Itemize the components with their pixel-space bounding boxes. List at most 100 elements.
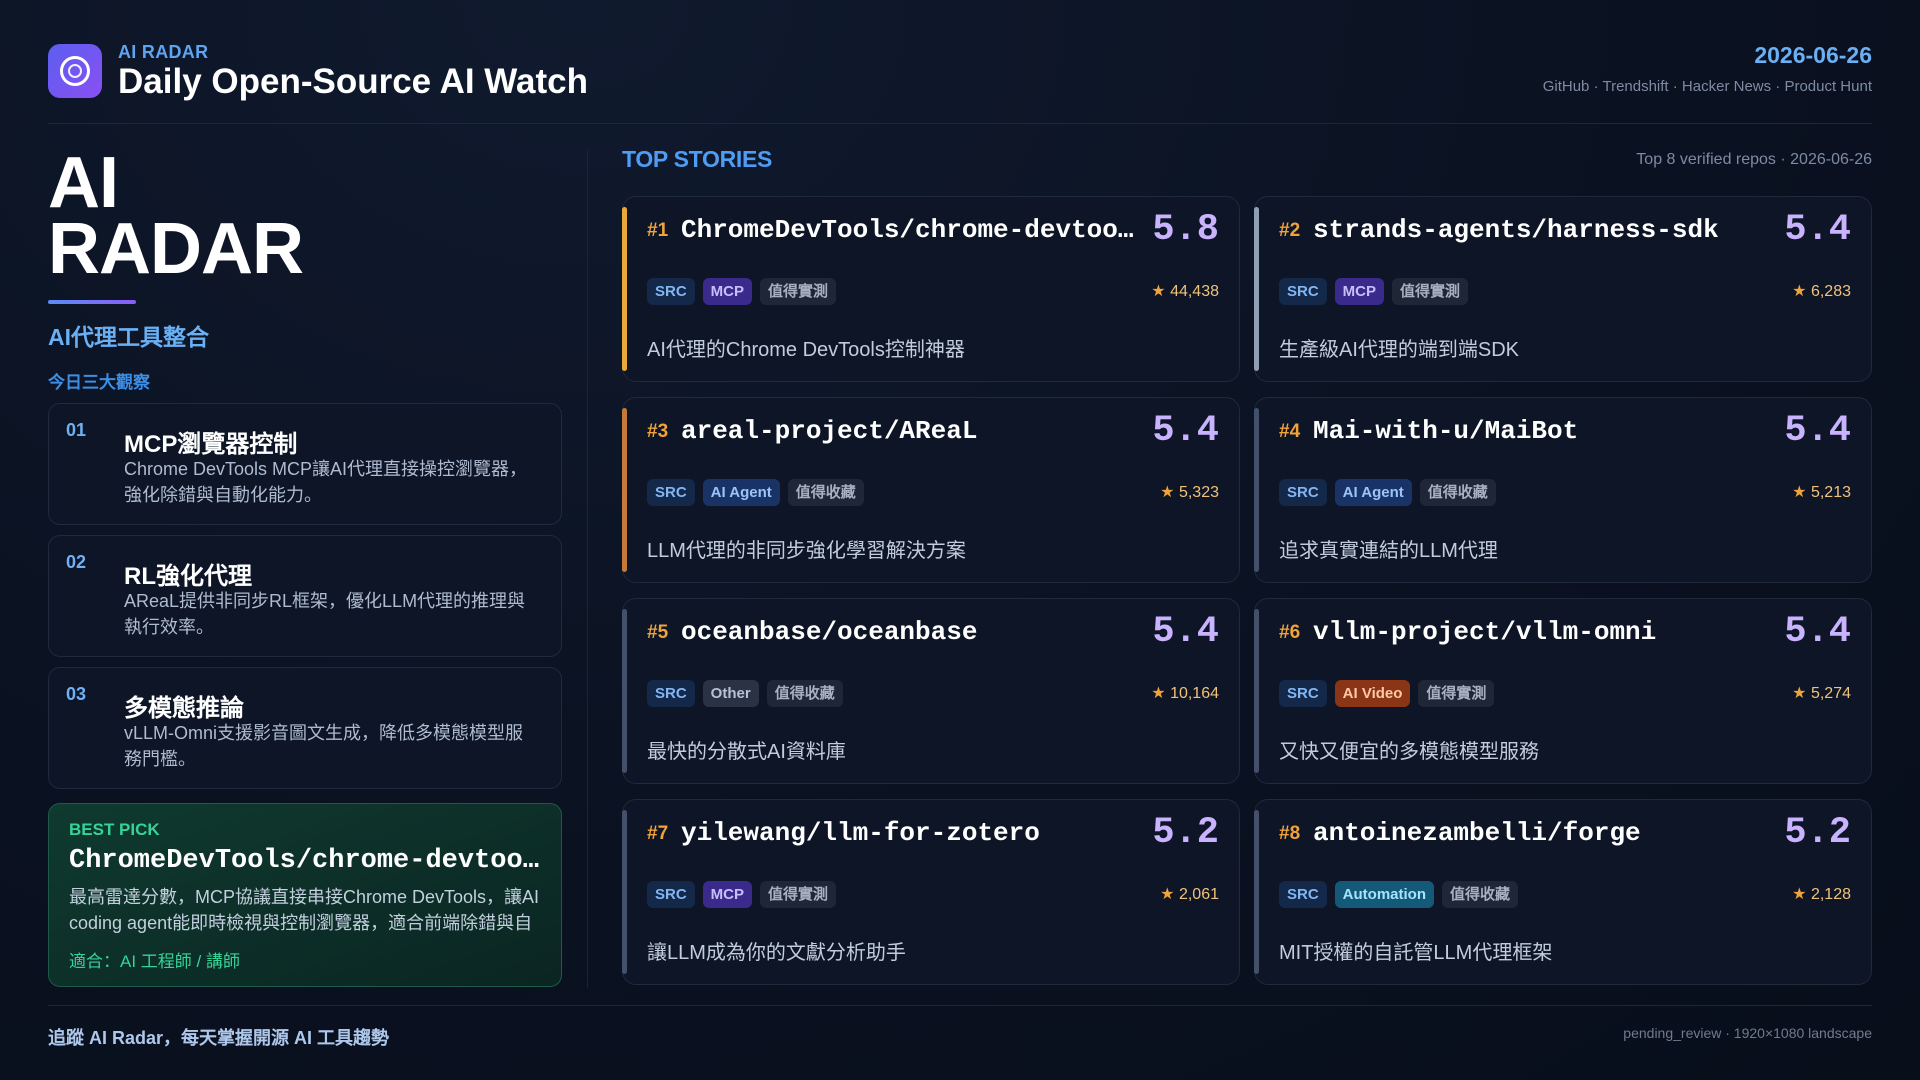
story-card-3[interactable]: #3 areal-project/AReaL 5.4 SRC AI Agent 值得收藏 ★… (622, 397, 1240, 583)
insights-label: 今日三大觀察 (48, 373, 150, 392)
insight-title: MCP瀏覽器控制 (124, 431, 298, 458)
tag-badge: AI Agent (702, 479, 780, 506)
tag-badge: 值得實測 (1418, 680, 1495, 707)
story-stars: ★ 5,323 (1160, 482, 1219, 502)
tag-badge: 值得收藏 (1442, 881, 1519, 908)
story-repo-name[interactable]: ChromeDevTools/chrome-devtools-mcp (681, 215, 1135, 245)
star-icon: ★ (1160, 484, 1179, 501)
insight-title: RL強化代理 (124, 563, 252, 590)
story-rank: #4 (1279, 421, 1301, 442)
story-tags: SRC MCP 值得實測 (647, 278, 837, 305)
story-stars: ★ 10,164 (1151, 683, 1219, 703)
story-stars: ★ 44,438 (1151, 281, 1219, 301)
story-stars: ★ 5,274 (1792, 683, 1851, 703)
tag-badge: SRC (1279, 278, 1327, 305)
tag-badge: SRC (1279, 680, 1327, 707)
story-card-4[interactable]: #4 Mai-with-u/MaiBot 5.4 SRC AI Agent 值得收藏 ★ 5… (1254, 397, 1872, 583)
star-count: 2,128 (1810, 886, 1851, 903)
story-desc: AI代理的Chrome DevTools控制神器 (647, 339, 965, 361)
story-repo-name[interactable]: strands-agents/harness-sdk (1313, 215, 1767, 245)
story-score: 5.8 (1152, 209, 1219, 251)
story-score: 5.4 (1784, 209, 1851, 251)
insight-desc: AReaL提供非同步RL框架，優化LLM代理的推理與執行效率。 (124, 591, 526, 637)
insight-number: 03 (66, 684, 87, 704)
story-desc: 生產級AI代理的端到端SDK (1279, 339, 1520, 361)
insight-desc: vLLM-Omni支援影音圖文生成，降低多模態模型服務門檻。 (124, 723, 524, 769)
story-stars: ★ 5,213 (1792, 482, 1851, 502)
story-grid: #1 ChromeDevTools/chrome-devtools-mcp 5.8 S… (622, 196, 1872, 985)
tag-badge: SRC (647, 278, 695, 305)
star-icon: ★ (1792, 886, 1811, 903)
story-card-8[interactable]: #8 antoinezambelli/forge 5.2 SRC Automation 值… (1254, 799, 1872, 985)
story-tags: SRC AI Video 值得實測 (1279, 680, 1495, 707)
star-count: 6,283 (1810, 283, 1851, 300)
big-title-line-2: RADAR (48, 209, 304, 289)
tag-badge: 值得收藏 (787, 479, 864, 506)
tag-badge: 值得收藏 (1419, 479, 1496, 506)
story-rank: #5 (647, 622, 669, 643)
header-divider (48, 123, 1872, 124)
footer-tagline: 追蹤 AI Radar，每天掌握開源 AI 工具趨勢 (48, 1028, 390, 1048)
story-score: 5.2 (1784, 812, 1851, 854)
footer-meta: pending_review · 1920×1080 landscape (1623, 1025, 1872, 1041)
story-rank: #7 (647, 823, 669, 844)
insight-card-2: 02 RL強化代理 AReaL提供非同步RL框架，優化LLM代理的推理與執行效率… (48, 535, 562, 657)
star-icon: ★ (1792, 484, 1811, 501)
best-pick-repo[interactable]: ChromeDevTools/chrome-devtools-mcp (69, 846, 545, 876)
story-repo-name[interactable]: Mai-with-u/MaiBot (1313, 416, 1767, 446)
story-desc: 追求真實連結的LLM代理 (1279, 540, 1498, 562)
story-repo-name[interactable]: areal-project/AReaL (681, 416, 1135, 446)
best-pick-audience: 適合：AI 工程師 / 講師 (69, 952, 240, 971)
insight-number: 02 (66, 552, 87, 572)
best-pick-label: BEST PICK (69, 820, 160, 839)
tag-badge: SRC (1279, 479, 1327, 506)
tag-badge: Other (702, 680, 759, 707)
tag-badge: SRC (647, 479, 695, 506)
brand-label: AI RADAR (118, 42, 209, 62)
tag-badge: MCP (702, 881, 753, 908)
big-title: AI RADAR (48, 143, 562, 289)
best-pick-card[interactable]: BEST PICK ChromeDevTools/chrome-devtools… (48, 803, 562, 987)
story-repo-name[interactable]: antoinezambelli/forge (1313, 818, 1767, 848)
story-stars: ★ 2,061 (1160, 884, 1219, 904)
header-sources: GitHub · Trendshift · Hacker News · Prod… (1542, 78, 1872, 95)
story-card-2[interactable]: #2 strands-agents/harness-sdk 5.4 SRC MCP 值得實… (1254, 196, 1872, 382)
column-divider (587, 150, 588, 988)
tag-badge: 值得實測 (760, 278, 837, 305)
story-repo-name[interactable]: vllm-project/vllm-omni (1313, 617, 1767, 647)
story-rank: #6 (1279, 622, 1301, 643)
story-card-1[interactable]: #1 ChromeDevTools/chrome-devtools-mcp 5.8 S… (622, 196, 1240, 382)
story-card-7[interactable]: #7 yilewang/llm-for-zotero 5.2 SRC MCP 值得實測 ★ … (622, 799, 1240, 985)
big-title-line-1: AI (48, 143, 119, 223)
tag-badge: SRC (647, 680, 695, 707)
tag-badge: 值得收藏 (766, 680, 843, 707)
insight-number: 01 (66, 420, 87, 440)
story-tags: SRC Automation 值得收藏 (1279, 881, 1519, 908)
story-card-5[interactable]: #5 oceanbase/oceanbase 5.4 SRC Other 值得收藏 ★ 10… (622, 598, 1240, 784)
top-stories-label: TOP STORIES (622, 146, 773, 172)
story-rank: #2 (1279, 220, 1301, 241)
story-score: 5.4 (1784, 410, 1851, 452)
insight-card-3: 03 多模態推論 vLLM-Omni支援影音圖文生成，降低多模態模型服務門檻。 (48, 667, 562, 789)
story-score: 5.4 (1152, 611, 1219, 653)
star-count: 5,323 (1178, 484, 1219, 501)
subtitle: AI代理工具整合 (48, 324, 209, 350)
story-stars: ★ 2,128 (1792, 884, 1851, 904)
story-desc: 讓LLM成為你的文獻分析助手 (647, 942, 906, 964)
story-repo-name[interactable]: yilewang/llm-for-zotero (681, 818, 1135, 848)
star-count: 5,274 (1810, 685, 1851, 702)
star-icon: ★ (1792, 283, 1811, 300)
star-icon: ★ (1151, 685, 1171, 702)
story-rank: #1 (647, 220, 669, 241)
tag-badge: AI Video (1334, 680, 1411, 707)
star-icon: ★ (1160, 886, 1179, 903)
story-rank: #3 (647, 421, 669, 442)
radar-logo-icon (48, 44, 102, 98)
star-count: 2,061 (1178, 886, 1219, 903)
tag-badge: MCP (702, 278, 753, 305)
story-repo-name[interactable]: oceanbase/oceanbase (681, 617, 1135, 647)
story-card-6[interactable]: #6 vllm-project/vllm-omni 5.4 SRC AI Video 值得… (1254, 598, 1872, 784)
page: AI RADAR Daily Open-Source AI Watch 2026… (0, 0, 1920, 1080)
story-rank: #8 (1279, 823, 1301, 844)
header-date: 2026-06-26 (1754, 42, 1872, 68)
